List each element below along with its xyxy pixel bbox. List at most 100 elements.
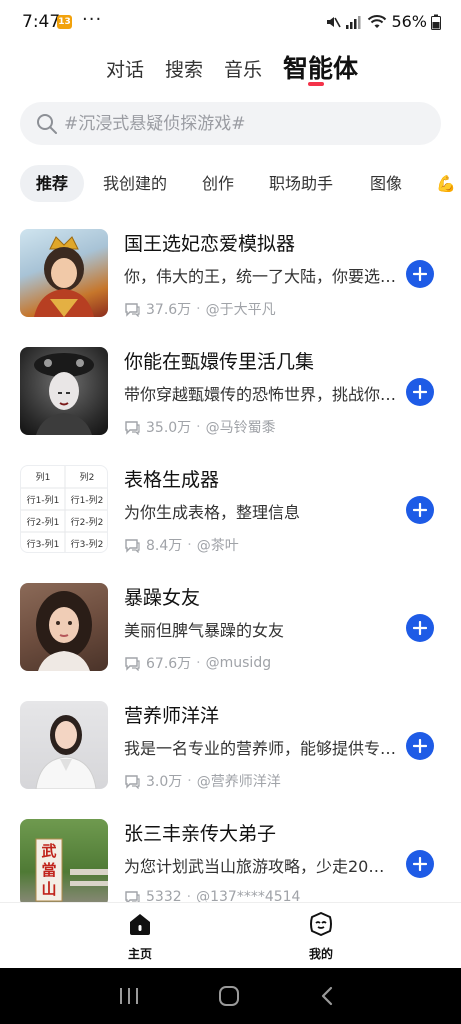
conversation-count: 67.6万 [146, 656, 192, 672]
agent-description: 美丽但脾气暴躁的女友 [124, 621, 285, 640]
avatar [20, 583, 108, 671]
conversation-count: 37.6万 [146, 302, 192, 318]
agent-meta: 37.6万 · @于大平凡 [124, 299, 276, 319]
status-right-group: 56% [325, 12, 441, 31]
agent-name: 暴躁女友 [124, 587, 201, 609]
chip-image[interactable]: 图像 [370, 165, 402, 202]
chip-my-created[interactable]: 我创建的 [103, 165, 167, 202]
battery-percent: 56% [391, 12, 427, 31]
tab-agents[interactable]: 智能体 [283, 49, 358, 85]
conversation-count: 3.0万 [146, 774, 183, 790]
plus-icon [413, 621, 427, 635]
recent-apps-icon[interactable] [118, 986, 140, 1006]
agent-name: 表格生成器 [124, 469, 220, 491]
avatar [20, 229, 108, 317]
agent-meta: 8.4万 · @茶叶 [124, 535, 239, 555]
chip-fitness-icon[interactable]: 💪 [436, 165, 456, 202]
search-icon [37, 114, 57, 134]
tab-music[interactable]: 音乐 [224, 55, 262, 82]
avatar: 武當山 [20, 819, 108, 907]
add-agent-button[interactable] [406, 260, 434, 288]
agent-card[interactable]: 营养师洋洋 我是一名专业的营养师，能够提供专业… 3.0万 · @营养师洋洋 [0, 701, 461, 819]
wudang-sign-text: 武當山 [41, 842, 57, 898]
agent-meta: 67.6万 · @musidg [124, 653, 271, 673]
chat-bubble-icon [125, 656, 140, 671]
status-time: 7:47 [22, 12, 61, 32]
avatar [20, 347, 108, 435]
agent-author[interactable]: @马铃蜀黍 [206, 417, 276, 437]
table-thumb-cell: 行3-列1 [26, 540, 60, 550]
chat-bubble-icon [125, 538, 140, 553]
table-thumb-cell: 列2 [79, 473, 95, 483]
agent-author[interactable]: @茶叶 [197, 535, 239, 555]
add-agent-button[interactable] [406, 732, 434, 760]
category-chips: 推荐 我创建的 创作 职场助手 图像 💪 [0, 165, 461, 203]
nav-profile-label: 我的 [308, 947, 333, 961]
active-tab-indicator [308, 82, 324, 86]
plus-icon [413, 857, 427, 871]
profile-face-icon [310, 912, 332, 936]
chat-bubble-icon [125, 774, 140, 789]
table-thumb-cell: 行1-列1 [26, 496, 60, 506]
tab-search[interactable]: 搜索 [165, 55, 203, 82]
agent-name: 你能在甄嬛传里活几集 [124, 351, 315, 373]
mute-icon [327, 16, 342, 27]
agent-card[interactable]: 你能在甄嬛传里活几集 带你穿越甄嬛传的恐怖世界，挑战你的… 35.0万 · @马… [0, 347, 461, 465]
conversation-count: 8.4万 [146, 538, 183, 554]
search-input[interactable] [64, 102, 424, 145]
chat-bubble-icon [125, 302, 140, 317]
tab-chat[interactable]: 对话 [106, 55, 144, 82]
agent-meta: 35.0万 · @马铃蜀黍 [124, 417, 276, 437]
avatar [20, 701, 108, 789]
add-agent-button[interactable] [406, 378, 434, 406]
agent-author[interactable]: @营养师洋洋 [197, 771, 281, 791]
nav-home[interactable]: 主页 [110, 911, 170, 962]
nav-profile[interactable]: 我的 [291, 911, 351, 962]
battery-icon [431, 14, 441, 30]
table-thumb-cell: 行1-列2 [70, 496, 104, 506]
more-notifications-icon: ··· [82, 9, 103, 30]
agent-card[interactable]: 暴躁女友 美丽但脾气暴躁的女友 67.6万 · @musidg [0, 583, 461, 701]
agent-description: 你，伟大的王，统一了大陆，你要选妃… [124, 267, 400, 286]
back-icon[interactable] [320, 986, 334, 1006]
agent-description: 为你生成表格，整理信息 [124, 503, 301, 522]
add-agent-button[interactable] [406, 850, 434, 878]
chip-creation[interactable]: 创作 [202, 165, 234, 202]
signal-icon [346, 15, 361, 29]
chip-workplace-assistant[interactable]: 职场助手 [269, 165, 333, 202]
conversation-count: 35.0万 [146, 420, 192, 436]
plus-icon [413, 503, 427, 517]
agent-name: 张三丰亲传大弟子 [124, 823, 277, 845]
wifi-icon [368, 14, 387, 28]
agent-name: 营养师洋洋 [124, 705, 220, 727]
agent-card[interactable]: 国王选妃恋爱模拟器 你，伟大的王，统一了大陆，你要选妃… 37.6万 · @于大… [0, 229, 461, 347]
plus-icon [413, 267, 427, 281]
avatar: 列1 列2 行1-列1 行1-列2 行2-列1 行2-列2 行3-列1 行3-列… [20, 465, 108, 553]
notification-badge-icon: 13 [57, 15, 72, 29]
agent-author[interactable]: @于大平凡 [206, 299, 276, 319]
system-navigation-bar [0, 968, 461, 1024]
table-thumb-cell: 列1 [35, 473, 51, 483]
plus-icon [413, 385, 427, 399]
add-agent-button[interactable] [406, 614, 434, 642]
search-bar[interactable] [20, 102, 441, 145]
agent-name: 国王选妃恋爱模拟器 [124, 233, 296, 255]
chip-recommended[interactable]: 推荐 [20, 165, 85, 202]
add-agent-button[interactable] [406, 496, 434, 524]
table-thumb-cell: 行2-列2 [70, 518, 104, 528]
status-bar: 7:47 13 ··· 56% [0, 0, 461, 46]
agent-card[interactable]: 列1 列2 行1-列1 行1-列2 行2-列1 行2-列2 行3-列1 行3-列… [0, 465, 461, 583]
agent-author[interactable]: @musidg [206, 655, 271, 671]
agent-description: 带你穿越甄嬛传的恐怖世界，挑战你的… [124, 385, 400, 404]
home-icon [130, 914, 150, 935]
table-thumb-cell: 行2-列1 [26, 518, 60, 528]
top-tab-bar: 对话 搜索 音乐 智能体 [0, 48, 461, 92]
agent-description: 我是一名专业的营养师，能够提供专业… [124, 739, 400, 758]
table-thumb-cell: 行3-列2 [70, 540, 104, 550]
home-button-icon[interactable] [218, 985, 240, 1007]
chat-bubble-icon [125, 420, 140, 435]
nav-home-label: 主页 [127, 947, 152, 961]
agent-meta: 3.0万 · @营养师洋洋 [124, 771, 281, 791]
bottom-nav: 主页 我的 [0, 902, 461, 968]
plus-icon [413, 739, 427, 753]
